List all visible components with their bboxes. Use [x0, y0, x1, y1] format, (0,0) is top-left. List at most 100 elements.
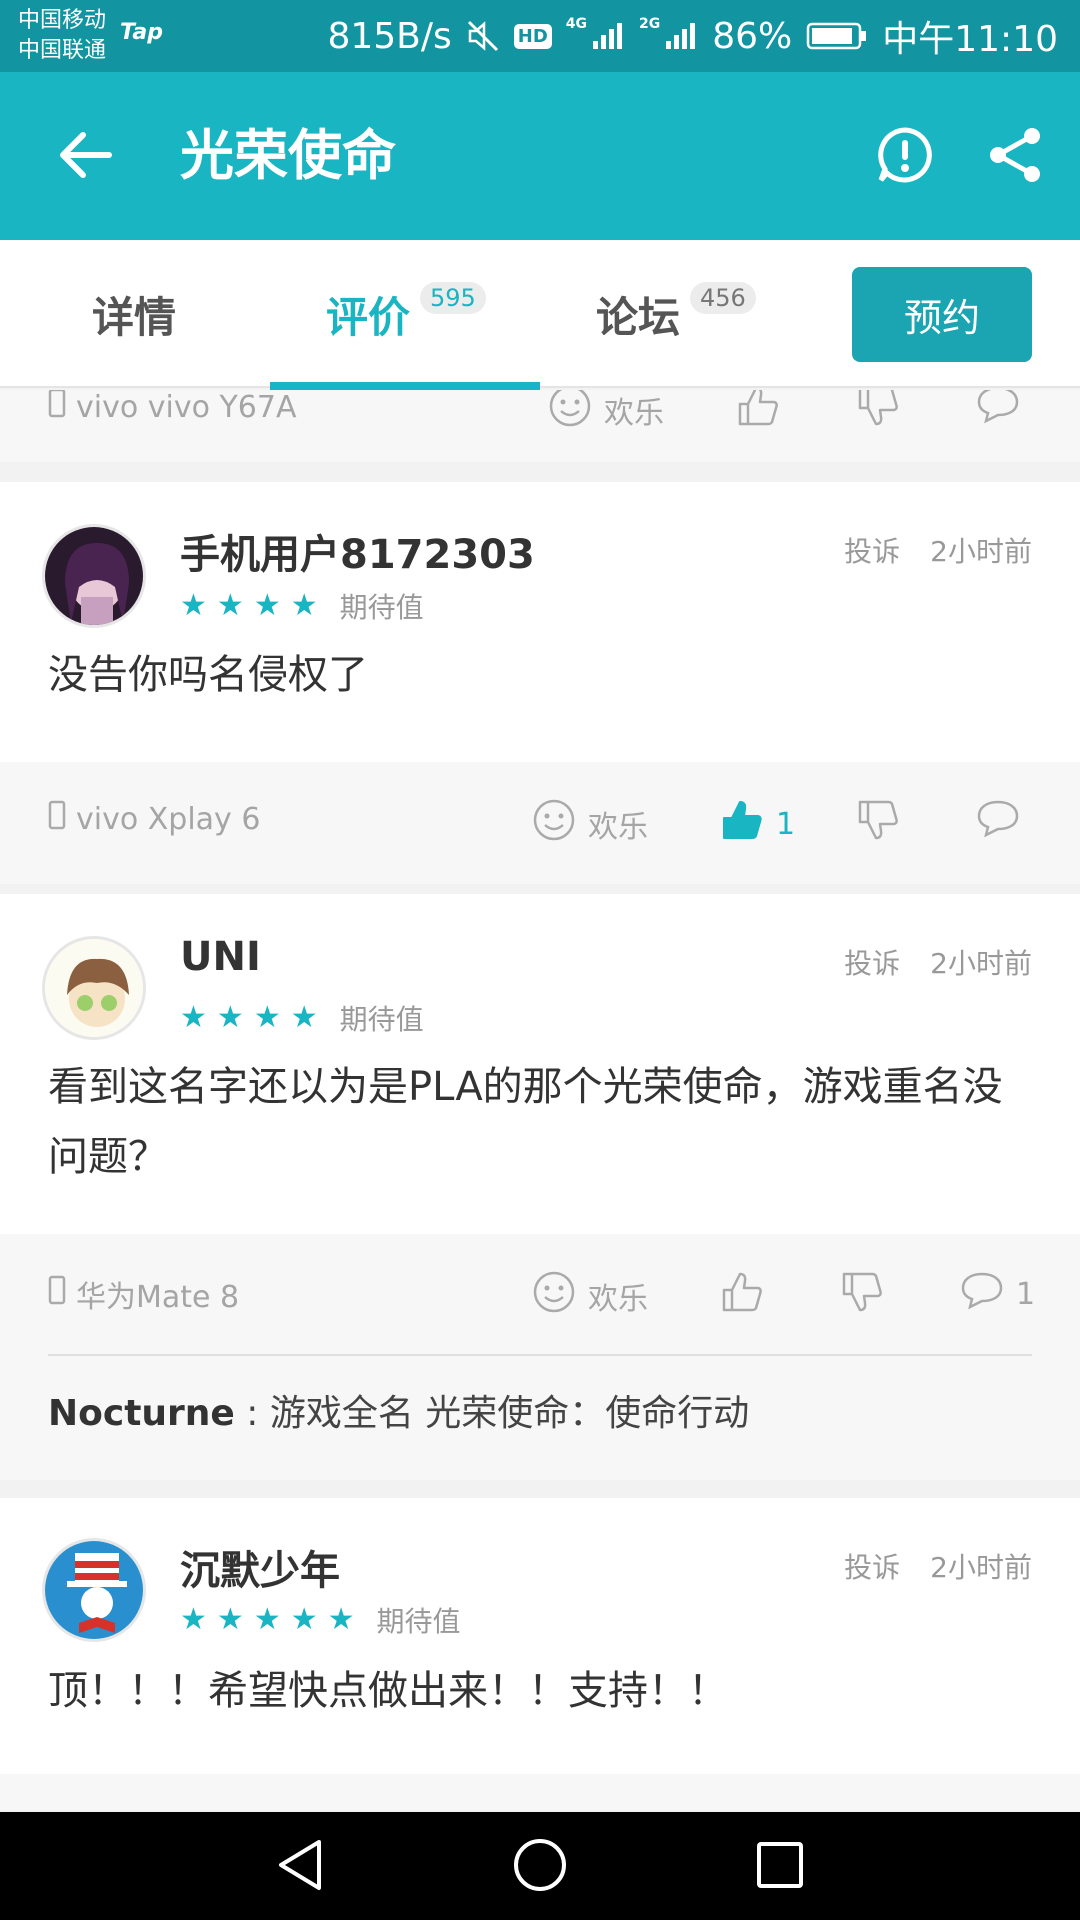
report-link[interactable]: 投诉	[844, 942, 900, 982]
review-card: UNI ★ ★ ★ ★ 期待值 投诉 2小时前 看到这名字还以为是PLA的那个光…	[0, 894, 1080, 1234]
mute-icon	[466, 19, 500, 53]
username[interactable]: 手机用户8172303	[180, 522, 535, 580]
signal-2-label: 2G	[639, 16, 661, 32]
report-link[interactable]: 投诉	[844, 1546, 900, 1586]
comment-button[interactable]: 1	[960, 1270, 1035, 1318]
hd-badge: HD	[513, 23, 552, 49]
circle-home-icon	[512, 1837, 568, 1897]
phone-icon	[48, 1275, 66, 1313]
star-icon: ★	[180, 588, 207, 623]
thumbs-up-icon	[720, 1270, 764, 1322]
like-count: 1	[776, 806, 796, 842]
divider	[48, 1354, 1032, 1356]
star-icon: ★	[216, 1000, 244, 1035]
review-footer: 华为Mate 8 欢乐 1 Nocturne : 游戏全名 光荣使命：使命行动	[0, 1234, 1080, 1480]
reply-user[interactable]: Nocturne	[48, 1393, 235, 1434]
status-bar: 中国移动 中国联通 Tap 815B/s HD 4G 2G 86% 中午11:1…	[0, 0, 1080, 72]
review-time: 2小时前	[930, 947, 1032, 980]
page-title: 光荣使命	[180, 124, 396, 187]
smiley-icon	[532, 1270, 576, 1322]
carrier-2: 中国联通	[18, 38, 107, 63]
share-button[interactable]	[980, 122, 1050, 192]
nav-back-button[interactable]	[260, 1832, 340, 1902]
device-info: 华为Mate 8	[48, 1272, 239, 1316]
rating-label: 期待值	[339, 1003, 424, 1036]
smiley-icon	[532, 798, 576, 850]
nav-home-button[interactable]	[500, 1832, 580, 1902]
device-name: vivo Xplay 6	[76, 801, 261, 837]
tab-reviews-label: 评价	[326, 292, 411, 342]
like-button[interactable]	[720, 1270, 764, 1322]
reserve-button[interactable]: 预约	[852, 267, 1032, 362]
tab-bar: 详情 评价 595 论坛 456 预约	[0, 240, 1080, 390]
device-name: 华为Mate 8	[76, 1280, 240, 1315]
reaction-button[interactable]: 欢乐	[548, 390, 664, 436]
device-name: vivo vivo Y67A	[76, 390, 297, 425]
signal-1-label: 4G	[565, 16, 587, 32]
reaction-label: 欢乐	[588, 810, 648, 845]
tab-details[interactable]: 详情	[92, 240, 176, 388]
smiley-icon	[548, 390, 592, 436]
review-meta: 投诉 2小时前	[844, 530, 1032, 570]
star-icon: ★	[290, 1000, 318, 1035]
report-button[interactable]	[870, 122, 940, 192]
dislike-button[interactable]	[856, 390, 900, 436]
battery-icon	[806, 21, 868, 51]
device-info: vivo vivo Y67A	[48, 390, 297, 426]
app-screen: 中国移动 中国联通 Tap 815B/s HD 4G 2G 86% 中午11:1…	[0, 0, 1080, 1920]
active-tab-indicator	[270, 382, 540, 390]
clock: 中午11:10	[882, 19, 1058, 60]
review-time: 2小时前	[930, 1551, 1032, 1584]
star-icon: ★	[253, 1000, 281, 1035]
star-icon: ★	[253, 588, 281, 623]
net-speed: 815B/s	[327, 15, 452, 57]
star-icon: ★	[180, 1000, 207, 1035]
square-recents-icon	[755, 1840, 805, 1894]
comment-button[interactable]	[976, 390, 1020, 432]
review-content: 顶！！！希望快点做出来！！支持！！	[48, 1668, 728, 1714]
report-link[interactable]: 投诉	[844, 530, 900, 570]
reply-preview[interactable]: Nocturne : 游戏全名 光荣使命：使命行动	[48, 1384, 749, 1436]
carrier-1: 中国移动	[18, 8, 107, 33]
thumbs-up-icon	[736, 390, 780, 436]
reaction-label: 欢乐	[604, 396, 664, 431]
review-list[interactable]: vivo vivo Y67A 欢乐 手机用户8172303 ★ ★ ★ ★ 期待…	[0, 390, 1080, 1810]
review-card: 手机用户8172303 ★ ★ ★ ★ 期待值 投诉 2小时前 没告你吗名侵权了	[0, 482, 1080, 762]
star-icon: ★	[216, 588, 244, 623]
like-button[interactable]: 1	[720, 798, 795, 850]
review-footer-partial: vivo vivo Y67A 欢乐	[0, 390, 1080, 462]
review-footer-partial	[0, 1774, 1080, 1810]
star-rating: ★ ★ ★ ★ ★ 期待值	[180, 1600, 461, 1640]
system-nav-bar	[0, 1812, 1080, 1920]
avatar[interactable]	[42, 524, 146, 628]
star-icon: ★	[290, 1602, 318, 1637]
reaction-label: 欢乐	[588, 1282, 648, 1317]
like-button[interactable]	[736, 390, 780, 436]
tab-reviews-count: 595	[420, 282, 486, 314]
reaction-button[interactable]: 欢乐	[532, 798, 648, 850]
thumbs-up-icon	[720, 798, 764, 850]
tab-reviews[interactable]: 评价 595	[326, 240, 486, 388]
star-icon: ★	[216, 1602, 244, 1637]
phone-icon	[48, 390, 66, 426]
dislike-button[interactable]	[856, 798, 900, 850]
comment-button[interactable]	[976, 798, 1020, 846]
nav-recents-button[interactable]	[740, 1832, 820, 1902]
username[interactable]: 沉默少年	[180, 1538, 340, 1596]
thumbs-down-icon	[856, 798, 900, 850]
dislike-button[interactable]	[840, 1270, 884, 1322]
review-content: 看到这名字还以为是PLA的那个光荣使命，游戏重名没问题？	[48, 1064, 1003, 1180]
battery-percent: 86%	[712, 15, 793, 57]
tab-forum-label: 论坛	[596, 292, 681, 342]
avatar[interactable]	[42, 1538, 146, 1642]
username[interactable]: UNI	[180, 934, 261, 980]
exclamation-circle-icon	[875, 125, 935, 189]
phone-icon	[48, 800, 66, 838]
review-card: 沉默少年 ★ ★ ★ ★ ★ 期待值 投诉 2小时前 顶！！！希望快点做出来！！…	[0, 1498, 1080, 1774]
reaction-button[interactable]: 欢乐	[532, 1270, 648, 1322]
avatar[interactable]	[42, 936, 146, 1040]
comment-count: 1	[1016, 1276, 1036, 1312]
app-badge: Tap	[120, 20, 163, 45]
tab-forum[interactable]: 论坛 456	[596, 240, 756, 388]
back-button[interactable]	[50, 122, 120, 192]
